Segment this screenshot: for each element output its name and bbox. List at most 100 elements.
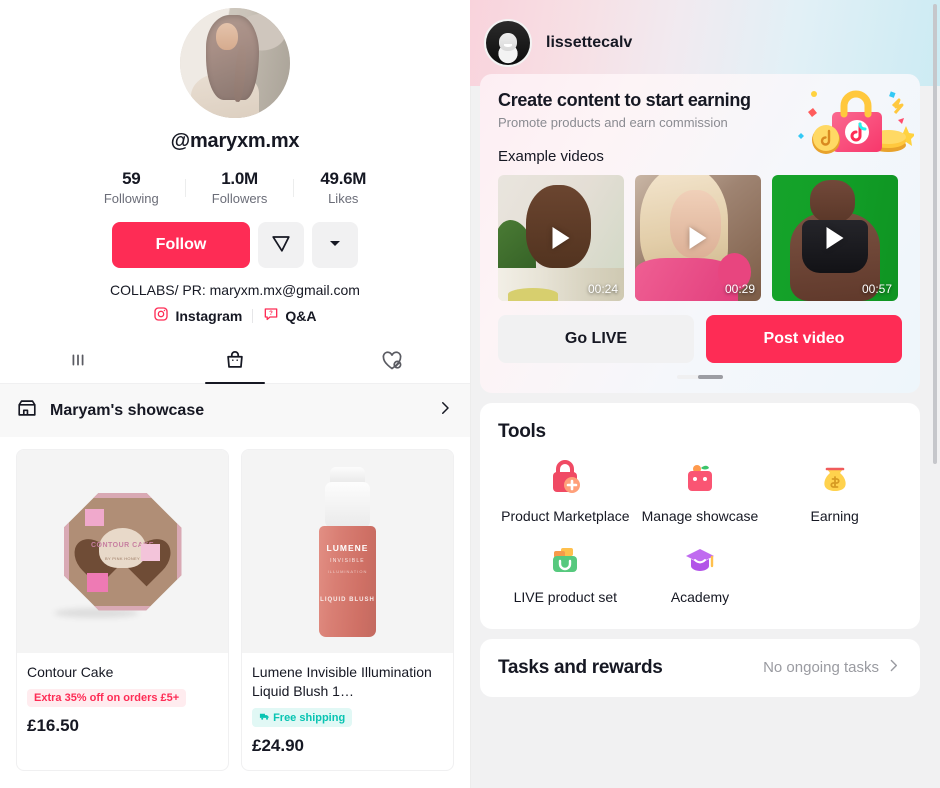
tool-label: Manage showcase	[641, 508, 759, 524]
tool-earning[interactable]: Earning	[767, 457, 902, 526]
profile-panel: @maryxm.mx 59 Following 1.0M Followers 4…	[0, 0, 470, 788]
grid-posts-icon	[67, 349, 89, 376]
art-mini-heart	[141, 544, 161, 561]
avatar-face	[216, 23, 239, 50]
shopping-bag-icon	[224, 349, 246, 376]
product-marketplace-icon	[544, 457, 586, 499]
send-message-icon	[270, 232, 292, 259]
tasks-status: No ongoing tasks	[763, 659, 879, 677]
tools-grid: Product Marketplace Manage showcase Earn…	[498, 457, 902, 607]
carousel-scroll-indicator[interactable]	[498, 375, 902, 379]
live-product-set-icon	[544, 538, 586, 580]
avatar-container	[0, 0, 470, 118]
tasks-title: Tasks and rewards	[498, 656, 663, 678]
profile-actions: Follow	[0, 222, 470, 268]
post-video-button[interactable]: Post video	[706, 315, 902, 363]
instagram-icon	[153, 306, 169, 325]
profile-stats: 59 Following 1.0M Followers 49.6M Likes	[0, 169, 470, 206]
product-image-lumene: LUMENE INVISIBLE ILLUMINATION LIQUID BLU…	[242, 450, 453, 653]
tasks-card[interactable]: Tasks and rewards No ongoing tasks	[480, 638, 920, 697]
follow-button[interactable]: Follow	[112, 222, 250, 268]
stat-following[interactable]: 59 Following	[78, 169, 185, 206]
money-bag-icon	[814, 457, 856, 499]
tools-title: Tools	[498, 421, 546, 442]
contour-cake-art: CONTOUR CAKE BY PINK HONEY	[54, 492, 182, 618]
art-mini-heart	[84, 509, 104, 526]
tool-label: Earning	[810, 508, 859, 524]
lumene-bottle-art: LUMENE INVISIBLE ILLUMINATION LIQUID BLU…	[312, 466, 384, 637]
truck-icon	[259, 712, 273, 724]
tool-product-marketplace[interactable]: Product Marketplace	[498, 457, 633, 526]
tool-label: Academy	[670, 588, 730, 605]
product-image-contour-cake: CONTOUR CAKE BY PINK HONEY	[17, 450, 228, 653]
link-qa[interactable]: ? Q&A	[263, 306, 317, 325]
tools-card: Tools Product Marketplace Manage showcas…	[480, 403, 920, 629]
app-root: @maryxm.mx 59 Following 1.0M Followers 4…	[0, 0, 940, 788]
showcase-title: Maryam's showcase	[50, 401, 205, 419]
product-badge-shipping: Free shipping	[252, 707, 353, 727]
art-sublabel: BY PINK HONEY	[105, 556, 140, 562]
manage-showcase-icon	[679, 457, 721, 499]
stat-likes[interactable]: 49.6M Likes	[294, 169, 392, 206]
scroll-track	[677, 375, 723, 379]
art-cap	[330, 466, 365, 484]
product-badge-discount: Extra 35% off on orders £5+	[27, 688, 187, 707]
link-divider	[252, 308, 254, 323]
tool-academy[interactable]: Academy	[633, 538, 768, 607]
tab-videos[interactable]	[0, 341, 157, 383]
chevron-right-icon[interactable]	[885, 657, 902, 679]
example-video-3[interactable]: 00:57	[772, 175, 898, 301]
heart-hidden-icon	[380, 348, 404, 377]
account-name: lissettecalv	[546, 34, 633, 51]
product-info: Contour Cake Extra 35% off on orders £5+…	[17, 653, 228, 750]
scroll-thumb[interactable]	[697, 375, 723, 379]
art-neck	[325, 481, 370, 528]
vertical-scrollbar[interactable]	[933, 4, 937, 464]
product-name: Lumene Invisible Illumination Liquid Blu…	[252, 664, 432, 699]
tool-live-product-set[interactable]: LIVE product set	[498, 538, 633, 607]
tool-label: LIVE product set	[513, 588, 618, 605]
play-icon	[826, 227, 844, 249]
example-video-1[interactable]: 00:24	[498, 175, 624, 301]
avatar[interactable]	[180, 8, 290, 118]
panel-scroll-area[interactable]: lissettecalv Create content to start ear…	[470, 0, 940, 788]
art-label: CONTOUR CAKE	[90, 542, 155, 550]
example-video-2[interactable]: 00:29	[635, 175, 761, 301]
product-card-lumene[interactable]: LUMENE INVISIBLE ILLUMINATION LIQUID BLU…	[241, 449, 454, 771]
chevron-right-icon[interactable]	[436, 399, 454, 422]
go-live-button[interactable]: Go LIVE	[498, 315, 694, 363]
storefront-icon	[16, 397, 38, 424]
tab-shop[interactable]	[157, 341, 314, 383]
account-header[interactable]: lissettecalv	[470, 0, 930, 74]
send-message-button[interactable]	[258, 222, 304, 268]
play-icon	[689, 227, 707, 249]
product-grid: CONTOUR CAKE BY PINK HONEY Contour Cake …	[0, 437, 470, 771]
art-line1: INVISIBLE	[330, 558, 365, 565]
graduation-cap-icon	[679, 538, 721, 580]
link-instagram-label: Instagram	[175, 307, 243, 324]
art-line3: LIQUID BLUSH	[320, 596, 375, 603]
stat-followers[interactable]: 1.0M Followers	[186, 169, 294, 206]
account-avatar[interactable]	[484, 19, 532, 67]
tool-label: Product Marketplace	[501, 508, 630, 524]
link-instagram[interactable]: Instagram	[153, 306, 242, 325]
tool-manage-showcase[interactable]: Manage showcase	[633, 457, 768, 526]
product-badge-shipping-label: Free shipping	[273, 711, 346, 724]
video-duration: 00:24	[587, 282, 618, 296]
video-duration: 00:29	[724, 282, 755, 296]
example-videos-row[interactable]: 00:24 00:29 00:57	[498, 175, 902, 301]
art-mini-heart	[87, 572, 109, 592]
showcase-header[interactable]: Maryam's showcase	[0, 384, 470, 437]
video-scene-subject	[809, 180, 856, 223]
play-icon	[552, 227, 570, 249]
product-card-contour-cake[interactable]: CONTOUR CAKE BY PINK HONEY Contour Cake …	[16, 449, 229, 771]
stat-likes-value: 49.6M	[320, 169, 367, 188]
more-options-button[interactable]	[312, 222, 358, 268]
svg-text:?: ?	[270, 311, 274, 317]
profile-tabs	[0, 341, 470, 384]
product-price: £16.50	[27, 715, 79, 735]
chevron-down-icon	[328, 236, 342, 255]
product-price: £24.90	[252, 735, 304, 755]
tab-liked[interactable]	[313, 341, 470, 383]
link-qa-label: Q&A	[285, 307, 317, 324]
